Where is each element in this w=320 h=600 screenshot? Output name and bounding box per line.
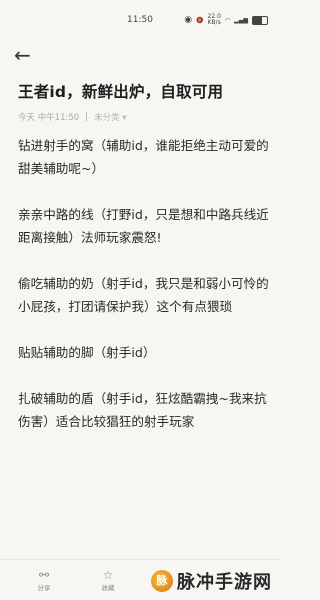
watermark-text: 脉冲手游网 <box>177 572 272 593</box>
watermark: 脉 脉冲手游网 <box>151 568 272 594</box>
favorite-label: 收藏 <box>101 584 115 592</box>
favorite-button[interactable]: ☆ 收藏 <box>88 568 128 592</box>
note-category[interactable]: 未分类 ▾ <box>94 111 127 123</box>
note-paragraph: 扎破辅助的盾（射手id，狂炫酷霸拽~我来抗伤害）适合比较猖狂的射手玩家 <box>18 391 267 429</box>
watermark-logo: 脉 <box>151 570 173 592</box>
share-button[interactable]: ⚯ 分享 <box>24 568 64 592</box>
eye-comfort-icon: ◉ <box>184 15 193 25</box>
note-paragraph: 钻进射手的窝（辅助id，谁能拒绝主动可爱的甜美辅助呢~） <box>18 138 269 176</box>
note-category-label: 未分类 <box>94 113 120 123</box>
share-icon: ⚯ <box>38 568 50 582</box>
chevron-down-icon: ▾ <box>122 113 127 123</box>
status-icons: ◉ 🔕 22.0 KB/s ◠ ▂▄▆ <box>184 14 268 26</box>
status-bar: 11:50 ◉ 🔕 22.0 KB/s ◠ ▂▄▆ <box>0 0 280 36</box>
network-speed: 22.0 KB/s <box>208 14 221 26</box>
signal-icon: ▂▄▆ <box>234 16 248 24</box>
share-label: 分享 <box>37 584 51 592</box>
wifi-icon: ◠ <box>224 16 231 24</box>
star-icon: ☆ <box>102 568 114 582</box>
note-paragraph: 贴贴辅助的脚（射手id） <box>18 345 156 360</box>
note-paragraph: 偷吃辅助的奶（射手id，我只是和弱小可怜的小屁孩，打团请保护我）这个有点猥琐 <box>18 276 269 314</box>
network-speed-unit: KB/s <box>207 19 221 26</box>
note-body[interactable]: 钻进射手的窝（辅助id，谁能拒绝主动可爱的甜美辅助呢~） 亲亲中路的线（打野id… <box>18 134 270 456</box>
note-title: 王者id，新鲜出炉，自取可用 <box>18 83 224 101</box>
note-date: 今天 中午11:50 <box>18 113 80 123</box>
note-paragraph: 亲亲中路的线（打野id，只是想和中路兵线近距离接触）法师玩家震怒! <box>18 207 269 245</box>
divider: | <box>85 112 89 122</box>
battery-icon <box>252 15 268 25</box>
note-meta: 今天 中午11:50 | 未分类 ▾ <box>18 111 127 123</box>
back-arrow-icon[interactable]: ← <box>14 44 38 66</box>
mute-icon: 🔕 <box>196 16 204 24</box>
